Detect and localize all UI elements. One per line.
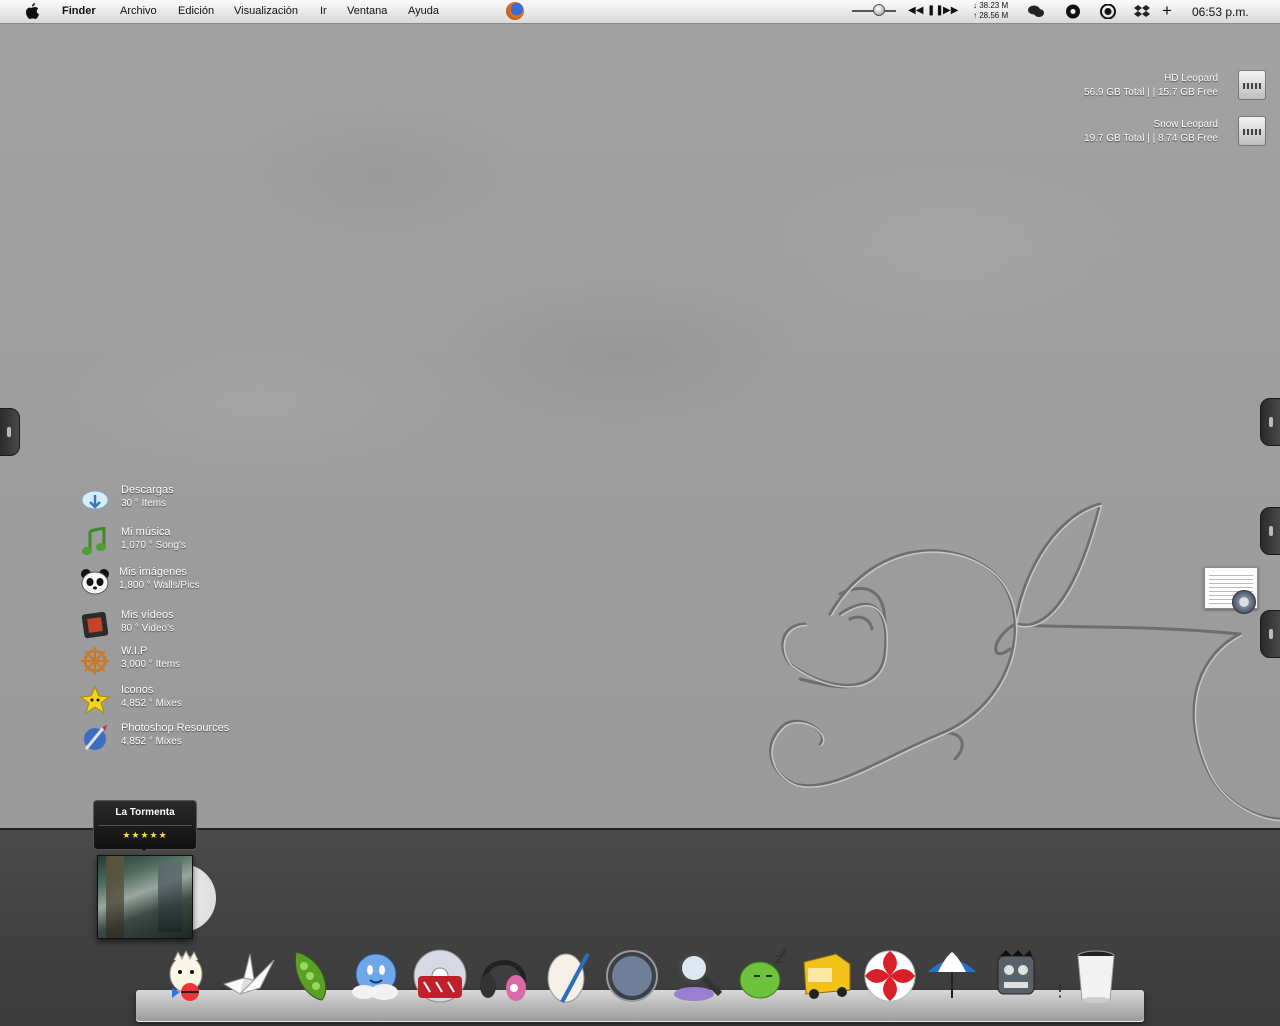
drive-hd-leopard[interactable]: HD Leopard 56.9 GB Total | | 15.7 GB Fre…	[1084, 72, 1218, 100]
folder-title: Mis imágenes	[119, 566, 187, 578]
dock-item-feather-egg[interactable]	[540, 948, 596, 1004]
menu-edicion[interactable]: Edición	[178, 5, 214, 17]
dock-item-safari[interactable]	[604, 948, 660, 1004]
rating-stars[interactable]: ★★★★★	[94, 830, 196, 841]
now-playing-title: La Tormenta	[115, 807, 175, 818]
folder-title: Mi música	[121, 526, 171, 538]
network-down-rate: ↓ 38.23 M	[973, 1, 1009, 10]
divider	[98, 825, 192, 826]
volume-knob[interactable]	[873, 4, 885, 16]
drive-info: 19.7 GB Total | | 8.74 GB Free	[1084, 133, 1218, 144]
dock-item-delivery-truck[interactable]	[798, 948, 854, 1004]
folder-count: 30 ° Items	[121, 498, 167, 509]
folder-title: W.I.P	[121, 645, 148, 657]
firefox-icon[interactable]	[506, 2, 524, 20]
network-up-rate: ↑ 28.56 M	[973, 11, 1009, 20]
dock-item-pea-pod[interactable]	[282, 948, 338, 1004]
folder-title: Photoshop Resources	[121, 722, 230, 734]
cloud-face-icon	[352, 953, 398, 1000]
paintbrush-icon	[84, 725, 107, 750]
right-drawer-tab[interactable]	[1260, 507, 1280, 555]
left-drawer-tab[interactable]	[0, 408, 20, 456]
star-icon	[80, 685, 110, 715]
record-icon[interactable]	[1065, 4, 1081, 19]
menu-ventana[interactable]: Ventana	[347, 5, 387, 17]
film-icon	[81, 611, 109, 639]
menu-ayuda[interactable]: Ayuda	[408, 5, 439, 17]
menu-bar: Finder Archivo Edición Visualización Ir …	[0, 0, 1280, 24]
safari-compass-icon	[606, 950, 658, 1002]
dock-item-candy[interactable]	[862, 948, 918, 1004]
cloud-download-icon	[81, 490, 109, 510]
right-drawer-tab[interactable]	[1260, 398, 1280, 446]
dock-item-togepi[interactable]	[158, 948, 214, 1004]
pause-icon[interactable]: ❚❚	[927, 5, 944, 16]
headphones-icon	[480, 960, 527, 1001]
ship-wheel-icon	[81, 647, 109, 675]
togepi-icon	[169, 949, 203, 1001]
folder-count: 4,852 ° Mixes	[121, 698, 182, 709]
dock-item-green-bird[interactable]	[734, 948, 790, 1004]
folder-count: 80 ° Video's	[121, 623, 174, 634]
network-monitor: ↓ 38.23 M ↑ 28.56 M	[973, 1, 1008, 21]
plus-icon[interactable]: +	[1162, 1, 1172, 21]
menu-clock[interactable]: 06:53 p.m.	[1192, 5, 1249, 19]
robot-head-icon	[997, 950, 1035, 995]
umbrella-icon	[928, 952, 976, 998]
menu-ir[interactable]: Ir	[320, 5, 327, 17]
menu-finder[interactable]: Finder	[62, 5, 96, 17]
dock-item-cd-burner[interactable]	[412, 948, 468, 1004]
target-icon[interactable]	[1100, 4, 1116, 19]
dock-item-spotlight[interactable]	[670, 948, 726, 1004]
forward-icon[interactable]: ▶▶	[943, 5, 958, 16]
drive-snow-leopard[interactable]: Snow Leopard 19.7 GB Total | | 8.74 GB F…	[1084, 118, 1218, 146]
hard-drive-icon[interactable]	[1238, 70, 1266, 100]
apple-icon[interactable]	[24, 3, 40, 20]
dock-item-umbrella[interactable]	[924, 948, 980, 1004]
music-note-icon	[82, 527, 106, 555]
feather-egg-icon	[547, 953, 590, 1003]
safari-badge-icon	[1232, 590, 1256, 614]
delivery-truck-icon	[803, 953, 851, 999]
trash-can-icon	[1077, 950, 1115, 1003]
dock-separator: ⋮	[1052, 983, 1068, 1000]
dock-item-trash[interactable]	[1068, 948, 1124, 1004]
embossed-mascot-artwork	[769, 502, 1280, 822]
drive-info: 56.9 GB Total | | 15.7 GB Free	[1084, 87, 1218, 98]
spotlight-magnifier-icon	[674, 952, 723, 1001]
drive-name: Snow Leopard	[1153, 119, 1219, 130]
now-playing-tooltip: La Tormenta ★★★★★	[93, 800, 197, 851]
album-cover[interactable]	[97, 855, 193, 939]
right-drawer-tab[interactable]	[1260, 610, 1280, 658]
menu-archivo[interactable]: Archivo	[120, 5, 157, 17]
folder-title: Iconos	[121, 684, 154, 696]
dock-item-robot-head[interactable]	[988, 948, 1044, 1004]
folder-title: Mis vídeos	[121, 609, 174, 621]
rewind-icon[interactable]: ◀◀	[908, 5, 923, 16]
drive-name: HD Leopard	[1164, 73, 1218, 84]
folder-title: Descargas	[121, 484, 174, 496]
dropbox-icon[interactable]	[1134, 4, 1150, 19]
folder-count: 3,000 ° Items	[121, 659, 181, 670]
hard-drive-icon[interactable]	[1238, 116, 1266, 146]
cd-burner-icon	[413, 949, 467, 1003]
paper-crane-icon	[222, 953, 275, 995]
folder-count: 1,800 ° Walls/Pics	[119, 580, 200, 591]
chat-icon[interactable]	[1028, 4, 1044, 19]
green-bird-icon	[739, 949, 788, 999]
dock-item-headphones[interactable]	[476, 948, 532, 1004]
menu-visualizacion[interactable]: Visualización	[234, 5, 298, 17]
pea-pod-icon	[294, 951, 327, 1001]
folder-count: 1,070 ° Song's	[121, 540, 186, 551]
candy-icon	[864, 950, 916, 1002]
folder-count: 4,852 ° Mixes	[121, 736, 182, 747]
panda-icon	[81, 569, 109, 595]
dock-item-paper-crane[interactable]	[220, 948, 276, 1004]
dock-item-cloud-face[interactable]	[348, 948, 404, 1004]
